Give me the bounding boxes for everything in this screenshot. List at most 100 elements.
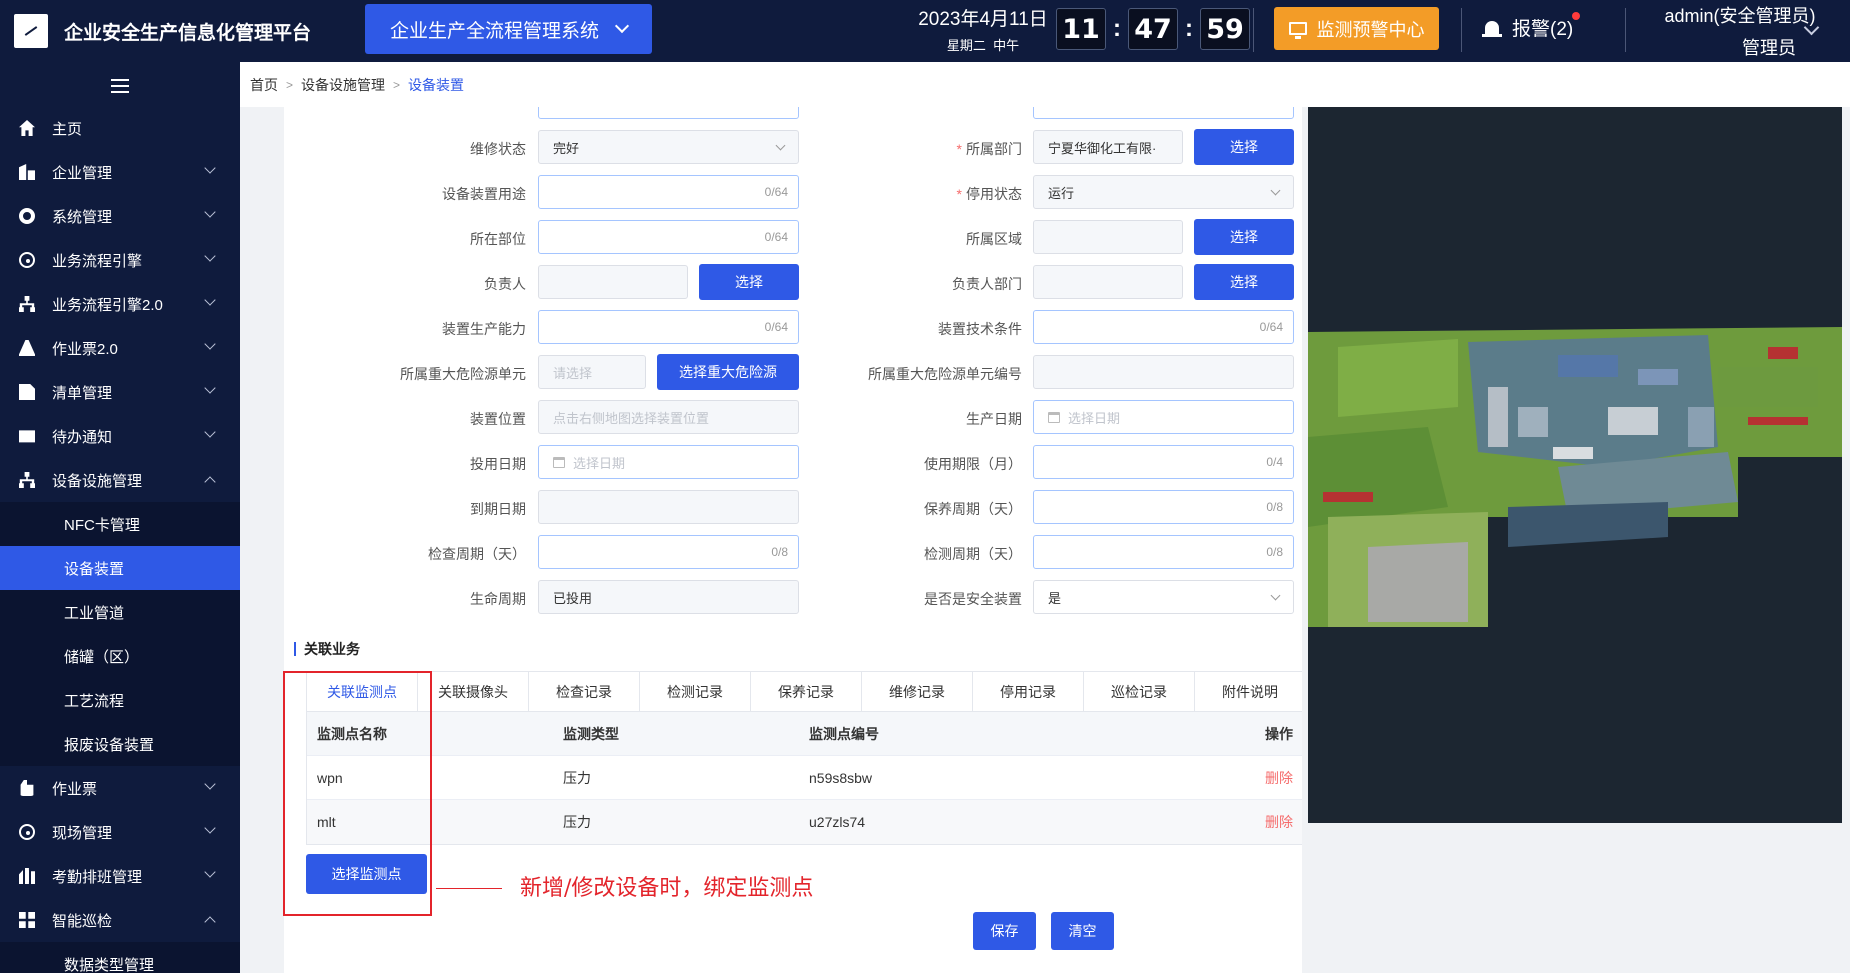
building-icon bbox=[19, 164, 35, 180]
cell-code: u27zls74 bbox=[809, 814, 866, 830]
maintenance-cycle-input[interactable]: 0/8 bbox=[1033, 490, 1294, 524]
annotation-highlight-box bbox=[283, 671, 432, 916]
sidebar-item-checklist[interactable]: 清单管理 bbox=[0, 370, 240, 414]
grid-icon bbox=[19, 912, 35, 928]
sidebar-subitem-process[interactable]: 工艺流程 bbox=[0, 678, 240, 722]
safety-device-value: 是 bbox=[1048, 590, 1062, 606]
sidebar-item-inspection[interactable]: 智能巡检 bbox=[0, 898, 240, 942]
cell-type: 压力 bbox=[563, 769, 591, 786]
department-field[interactable]: 宁夏华御化工有限· bbox=[1033, 130, 1183, 164]
sidebar-subitem-nfc[interactable]: NFC卡管理 bbox=[0, 502, 240, 546]
monitor-center-button[interactable]: 监测预警中心 bbox=[1274, 7, 1439, 50]
area-select-button[interactable]: 选择 bbox=[1194, 219, 1294, 255]
sidebar-subitem-pipeline[interactable]: 工业管道 bbox=[0, 590, 240, 634]
area-field[interactable] bbox=[1033, 220, 1183, 254]
tab-patrol-records[interactable]: 巡检记录 bbox=[1084, 672, 1195, 711]
location-field[interactable]: 点击右侧地图选择装置位置 bbox=[538, 400, 799, 434]
sidebar-item-system[interactable]: 系统管理 bbox=[0, 194, 240, 238]
tech-conditions-input[interactable]: 0/64 bbox=[1033, 310, 1294, 344]
lifecycle-label: 生命周期 bbox=[470, 591, 526, 607]
owner-field[interactable] bbox=[538, 265, 688, 299]
hazard-code-field[interactable] bbox=[1033, 355, 1294, 389]
sidebar-item-enterprise[interactable]: 企业管理 bbox=[0, 150, 240, 194]
breadcrumb-parent[interactable]: 设备设施管理 bbox=[301, 75, 385, 95]
monitor-center-label: 监测预警中心 bbox=[1316, 19, 1425, 40]
clear-button[interactable]: 清空 bbox=[1051, 912, 1114, 950]
alarm-button[interactable]: 报警(2) bbox=[1482, 14, 1573, 41]
delete-link[interactable]: 删除 bbox=[1265, 768, 1293, 788]
maintenance-status-select[interactable]: 完好 bbox=[538, 130, 799, 164]
sidebar-item-label: 智能巡检 bbox=[52, 912, 113, 930]
sidebar-item-label: 作业票2.0 bbox=[52, 340, 118, 358]
service-life-input[interactable]: 0/4 bbox=[1033, 445, 1294, 479]
sidebar-item-label: 设备设施管理 bbox=[52, 472, 143, 490]
plant-3d-map[interactable] bbox=[1308, 107, 1842, 823]
commission-date-label: 投用日期 bbox=[470, 456, 526, 472]
delete-link[interactable]: 删除 bbox=[1265, 812, 1293, 832]
sidebar-item-todo[interactable]: 待办通知 bbox=[0, 414, 240, 458]
alarm-bell-icon bbox=[1482, 18, 1502, 38]
chevron-down-icon bbox=[1270, 185, 1281, 196]
owner-select-button[interactable]: 选择 bbox=[699, 264, 799, 300]
testing-cycle-input[interactable]: 0/8 bbox=[1033, 535, 1294, 569]
chevron-up-icon bbox=[204, 916, 216, 928]
inspection-cycle-input[interactable]: 0/8 bbox=[538, 535, 799, 569]
owner-dept-select-button[interactable]: 选择 bbox=[1194, 264, 1294, 300]
usage-input[interactable]: 0/64 bbox=[538, 175, 799, 209]
date-display: 2023年4月11日 星期二 中午 bbox=[918, 4, 1048, 54]
flow-icon bbox=[19, 824, 35, 840]
tab-stop-records[interactable]: 停用记录 bbox=[973, 672, 1084, 711]
testing-cycle-label: 检测周期（天） bbox=[924, 546, 1022, 562]
related-section-title: 关联业务 bbox=[294, 642, 360, 656]
sidebar-item-home[interactable]: 主页 bbox=[0, 106, 240, 150]
position-input[interactable]: 0/64 bbox=[538, 220, 799, 254]
sidebar-item-label: 主页 bbox=[52, 120, 83, 138]
production-date-label: 生产日期 bbox=[966, 411, 1022, 427]
sidebar-item-label: 待办通知 bbox=[52, 428, 113, 446]
production-date-placeholder: 选择日期 bbox=[1068, 410, 1121, 426]
department-select-button[interactable]: 选择 bbox=[1194, 129, 1294, 165]
tab-inspection-records[interactable]: 检查记录 bbox=[529, 672, 640, 711]
production-date-picker[interactable]: 选择日期 bbox=[1033, 400, 1294, 434]
system-select-label: 企业生产全流程管理系统 bbox=[389, 20, 599, 42]
breadcrumb: 首页 > 设备设施管理 > 设备装置 bbox=[240, 62, 1850, 107]
mail-icon bbox=[19, 430, 35, 443]
hazard-select-button[interactable]: 选择重大危险源 bbox=[657, 354, 799, 390]
sidebar-item-attendance[interactable]: 考勤排班管理 bbox=[0, 854, 240, 898]
owner-dept-field[interactable] bbox=[1033, 265, 1183, 299]
plant-map-graphic bbox=[1308, 107, 1842, 823]
expiry-date-field[interactable] bbox=[538, 490, 799, 524]
capacity-input[interactable]: 0/64 bbox=[538, 310, 799, 344]
sidebar-item-ticket-2[interactable]: 作业票2.0 bbox=[0, 326, 240, 370]
sidebar-subitem-device-unit[interactable]: 设备装置 bbox=[0, 546, 240, 590]
sidebar-subitem-data-type[interactable]: 数据类型管理 bbox=[0, 942, 240, 973]
monitor-points-table: 监测点名称 监测类型 监测点编号 操作 wpn 压力 n59s8sbw 删除 m… bbox=[306, 712, 1302, 845]
tab-repair-records[interactable]: 维修记录 bbox=[862, 672, 973, 711]
cut-off-input[interactable] bbox=[538, 107, 799, 119]
tab-cameras[interactable]: 关联摄像头 bbox=[418, 672, 529, 711]
cut-off-input[interactable] bbox=[1033, 107, 1294, 119]
tab-testing-records[interactable]: 检测记录 bbox=[640, 672, 751, 711]
menu-toggle-button[interactable] bbox=[0, 62, 240, 110]
hazard-unit-field[interactable]: 请选择 bbox=[538, 355, 646, 389]
tab-maintenance-records[interactable]: 保养记录 bbox=[751, 672, 862, 711]
lifecycle-field[interactable]: 已投用 bbox=[538, 580, 799, 614]
flow-icon bbox=[19, 252, 35, 268]
sidebar-item-label: 企业管理 bbox=[52, 164, 113, 182]
save-button[interactable]: 保存 bbox=[973, 912, 1036, 950]
sidebar: 主页 企业管理 系统管理 业务流程引擎 业务流程引擎2.0 作业票2.0 清单管… bbox=[0, 62, 240, 973]
tab-attachments[interactable]: 附件说明 bbox=[1195, 672, 1302, 711]
stop-status-select[interactable]: 运行 bbox=[1033, 175, 1294, 209]
commission-date-picker[interactable]: 选择日期 bbox=[538, 445, 799, 479]
sidebar-item-ticket[interactable]: 作业票 bbox=[0, 766, 240, 810]
sidebar-item-device[interactable]: 设备设施管理 bbox=[0, 458, 240, 502]
clock-hours: 11 bbox=[1056, 8, 1106, 50]
sidebar-item-workflow-2[interactable]: 业务流程引擎2.0 bbox=[0, 282, 240, 326]
safety-device-select[interactable]: 是 bbox=[1033, 580, 1294, 614]
system-select[interactable]: 企业生产全流程管理系统 bbox=[365, 4, 652, 54]
sidebar-item-workflow[interactable]: 业务流程引擎 bbox=[0, 238, 240, 282]
sidebar-subitem-tank[interactable]: 储罐（区） bbox=[0, 634, 240, 678]
sidebar-item-site[interactable]: 现场管理 bbox=[0, 810, 240, 854]
sidebar-subitem-scrapped[interactable]: 报废设备装置 bbox=[0, 722, 240, 766]
breadcrumb-home[interactable]: 首页 bbox=[250, 75, 278, 95]
